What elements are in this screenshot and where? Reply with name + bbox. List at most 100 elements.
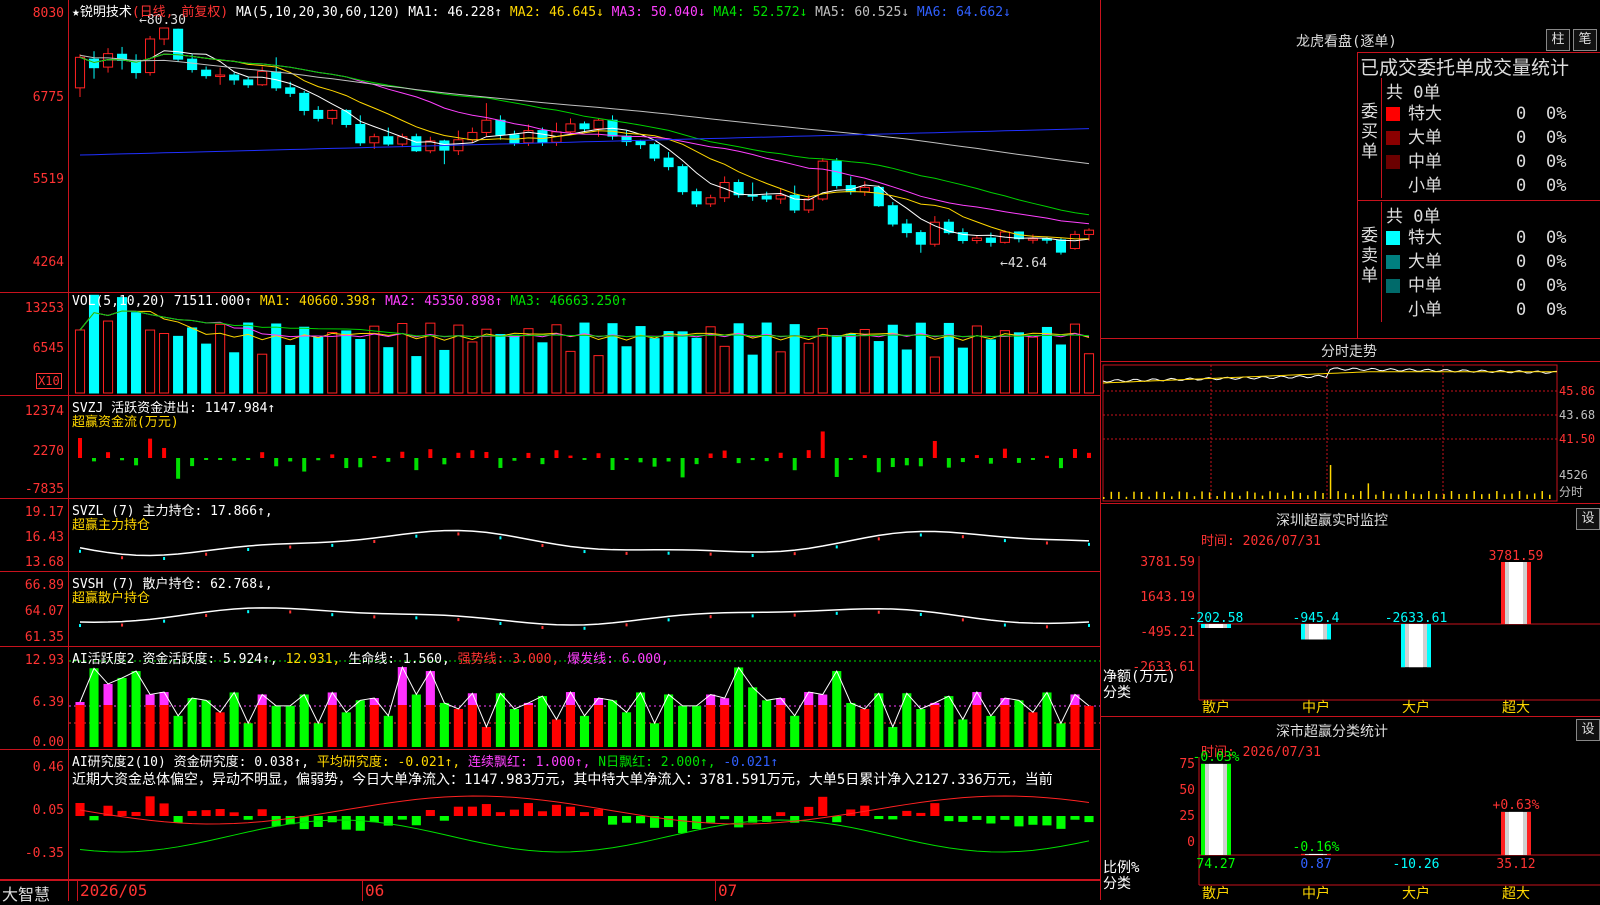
flow-bar: [512, 458, 517, 461]
kline-mode[interactable]: (日线, 前复权): [132, 5, 228, 20]
research-bar: [131, 811, 141, 816]
sz-stat-chart[interactable]: 7550250-0.03%74.27散户-0.16%0.87中户-10.26大户…: [1101, 717, 1600, 900]
intraday-vol-bar: [1125, 496, 1128, 499]
volume-panel[interactable]: 13253 6545 VOL(5,10,20) 71511.000↑ MA1: 4…: [0, 293, 1100, 396]
tick-mark: [835, 611, 838, 615]
candle-body: [285, 87, 296, 94]
intraday-vol-bar: [1254, 492, 1256, 499]
lhb-row-pct: 0%: [1546, 252, 1567, 272]
volume-bar: [775, 351, 786, 394]
candle-body: [299, 92, 310, 111]
lhb-row-qty: 0: [1516, 152, 1527, 172]
activity-bar: [551, 719, 562, 747]
stat-value-label: 74.27: [1196, 857, 1235, 872]
intraday-chart[interactable]: 45.86 43.68 41.50 4526 分时: [1101, 339, 1600, 503]
lhb-row-name: 小单: [1408, 176, 1442, 196]
avg-price-line: [1102, 371, 1557, 384]
candlestick-chart[interactable]: [69, 0, 1100, 292]
volume-bar: [131, 312, 142, 394]
candle-body: [579, 123, 590, 130]
activity-bar: [944, 696, 954, 747]
ai1-y-axis: 12.93 6.39 0.00: [0, 647, 69, 750]
favorite-star-icon[interactable]: ★: [72, 5, 80, 20]
research-bar: [397, 816, 407, 820]
y-tick-label: 12.93: [24, 653, 64, 668]
flow-bar: [834, 458, 839, 477]
volume-bar: [761, 322, 772, 394]
intraday-vol-bar: [1375, 494, 1377, 499]
ai-research-panel[interactable]: 0.46 0.05 -0.35 AI研究度2(10) 资金研究度: 0.038↑, …: [0, 750, 1100, 880]
flow-bar: [162, 447, 167, 458]
sz-stat-panel[interactable]: 深市超赢分类统计 设 时间: 2026/07/31 75 50 25 0 -0.03% 7…: [1101, 717, 1600, 900]
y-tick-label: 0.00: [32, 735, 64, 750]
flow-bar: [904, 458, 909, 466]
ai1-part-2: 生命线: 1.560,: [340, 652, 450, 667]
research-bar: [1084, 816, 1094, 823]
main-chart-area[interactable]: 8030 6775 5519 4264 ★锐明技术(日线, 前复权) MA(5,10,…: [0, 0, 1100, 904]
ai1-header: AI活跃度2 资金活跃度: 5.924↑, 12.931, 生命线: 1.560…: [72, 648, 669, 667]
candle-body: [481, 119, 492, 133]
activity-bar: [565, 705, 576, 747]
flow-bar: [652, 458, 657, 467]
volume-bar: [88, 294, 100, 394]
research-bar: [678, 816, 688, 834]
intraday-vol-bar: [1435, 493, 1438, 499]
activity-bar: [650, 723, 660, 747]
monitor-bar-edge: [1301, 624, 1305, 640]
green-line: [79, 819, 1090, 853]
research-bar: [243, 816, 253, 820]
candle-body: [691, 191, 702, 205]
intraday-panel[interactable]: 分时走势 45.86 43.68 41.50 4526 分时: [1101, 339, 1600, 504]
research-bar: [930, 803, 940, 816]
intraday-vol-bar: [1103, 497, 1105, 499]
lhb-panel[interactable]: 龙虎看盘(逐单) 柱 笔 已成交委托单成交量统计 委买单共 0单 特大 0 0% 大单 0…: [1101, 0, 1600, 339]
svzl-y-axis: 19.17 16.43 13.68: [0, 499, 69, 571]
ai-activity-panel[interactable]: 12.93 6.39 0.00 AI活跃度2 资金活跃度: 5.924↑, 12.9…: [0, 647, 1100, 750]
lhb-row-pct: 0%: [1546, 152, 1567, 172]
flow-bar: [610, 458, 615, 471]
research-bar: [902, 810, 912, 816]
flow-bar: [274, 458, 279, 467]
flow-bar: [498, 458, 503, 468]
tick-mark: [499, 621, 502, 625]
kline-panel[interactable]: 8030 6775 5519 4264 ★锐明技术(日线, 前复权) MA(5,10,…: [0, 0, 1100, 293]
tick-mark: [1003, 623, 1006, 627]
volume-bar: [803, 342, 814, 394]
candle-body: [901, 223, 912, 234]
y-tick-label: 64.07: [24, 604, 64, 619]
lhb-row-name: 大单: [1408, 128, 1442, 148]
flow-bar: [232, 458, 237, 461]
svsh-panel[interactable]: 66.89 64.07 61.35 SVSH (7) 散户持仓: 62.768↓, …: [0, 572, 1100, 647]
intraday-vol-bar: [1110, 491, 1113, 499]
sz-monitor-panel[interactable]: 深圳超赢实时监控 设 时间: 2026/07/31 3781.59 1643.19…: [1101, 504, 1600, 717]
lhb-row-name: 中单: [1408, 152, 1442, 172]
research-bar: [537, 811, 548, 816]
bar-mode-button[interactable]: 柱: [1546, 29, 1570, 51]
candle-body: [1069, 233, 1081, 249]
candle-body: [187, 58, 198, 71]
flow-bar: [974, 455, 979, 458]
intraday-vol-bar: [1163, 492, 1165, 499]
monitor-value-label: 3781.59: [1489, 549, 1544, 564]
flow-bar: [330, 454, 335, 458]
activity-bar: [930, 705, 940, 747]
volume-bar: [831, 335, 842, 394]
tick-mark: [961, 535, 964, 539]
y-tick-label: 8030: [32, 6, 64, 21]
svzl-panel[interactable]: 19.17 16.43 13.68 SVZL (7) 主力持仓: 17.866↑, …: [0, 499, 1100, 572]
monitor-bar-edge: [1527, 562, 1531, 624]
tick-mode-button[interactable]: 笔: [1573, 29, 1597, 51]
lhb-row-qty: 0: [1516, 228, 1527, 248]
candle-body: [369, 136, 380, 144]
research-bar: [467, 806, 477, 816]
activity-bar: [720, 705, 730, 747]
activity-bar: [776, 705, 786, 747]
svzj-panel[interactable]: 12374 2270 -7835 SVZJ 活跃资金进出: 1147.984↑ 超赢…: [0, 396, 1100, 499]
research-bar: [481, 804, 491, 816]
activity-bar: [1070, 705, 1080, 747]
monitor-bar-hi: [1309, 624, 1323, 640]
research-bar: [874, 816, 884, 820]
lhb-row-pct: 0%: [1546, 300, 1567, 320]
flow-bar: [428, 449, 433, 458]
ai2-part-1: 平均研究度: -0.021↑,: [309, 755, 461, 770]
